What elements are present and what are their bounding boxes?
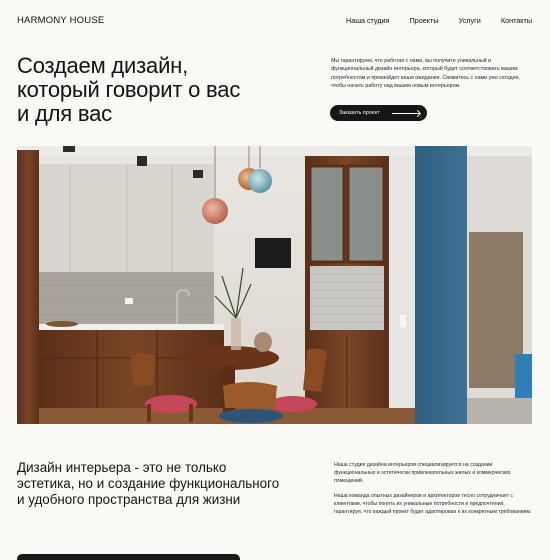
hero-title-line-2: который говорит о вас bbox=[17, 77, 241, 102]
about-title: Дизайн интерьера - это не только эстетик… bbox=[17, 460, 280, 507]
nav-link-projects[interactable]: Проекты bbox=[410, 16, 439, 25]
site-header: HARMONY HOUSE Наша студия Проекты Услуги… bbox=[17, 12, 532, 28]
order-project-label: Заказать проект bbox=[339, 110, 380, 116]
arrow-right-icon bbox=[392, 112, 420, 114]
interior-illustration bbox=[17, 146, 532, 424]
nav-link-contacts[interactable]: Контакты bbox=[501, 16, 532, 25]
hero-title-line-3: и для вас bbox=[17, 101, 112, 126]
order-project-button[interactable]: Заказать проект bbox=[330, 105, 427, 121]
logo[interactable]: HARMONY HOUSE bbox=[17, 15, 104, 26]
main-nav: Наша студия Проекты Услуги Контакты bbox=[346, 16, 532, 25]
hero-title-line-1: Создаем дизайн, bbox=[17, 53, 189, 78]
nav-link-studio[interactable]: Наша студия bbox=[346, 16, 389, 25]
about-paragraph-2: Наша команда опытных дизайнеров и архите… bbox=[334, 493, 532, 515]
nav-link-services[interactable]: Услуги bbox=[459, 16, 481, 25]
bottom-dark-block bbox=[17, 554, 240, 560]
about-paragraph-1: Наша студия дизайна интерьеров специализ… bbox=[334, 462, 511, 484]
hero-description: Мы гарантируем, что работая с нами, вы п… bbox=[331, 58, 520, 89]
hero-title: Создаем дизайн, который говорит о вас и … bbox=[17, 54, 277, 126]
about-text: Наша студия дизайна интерьеров специализ… bbox=[334, 462, 534, 517]
interior-photo bbox=[17, 146, 532, 424]
